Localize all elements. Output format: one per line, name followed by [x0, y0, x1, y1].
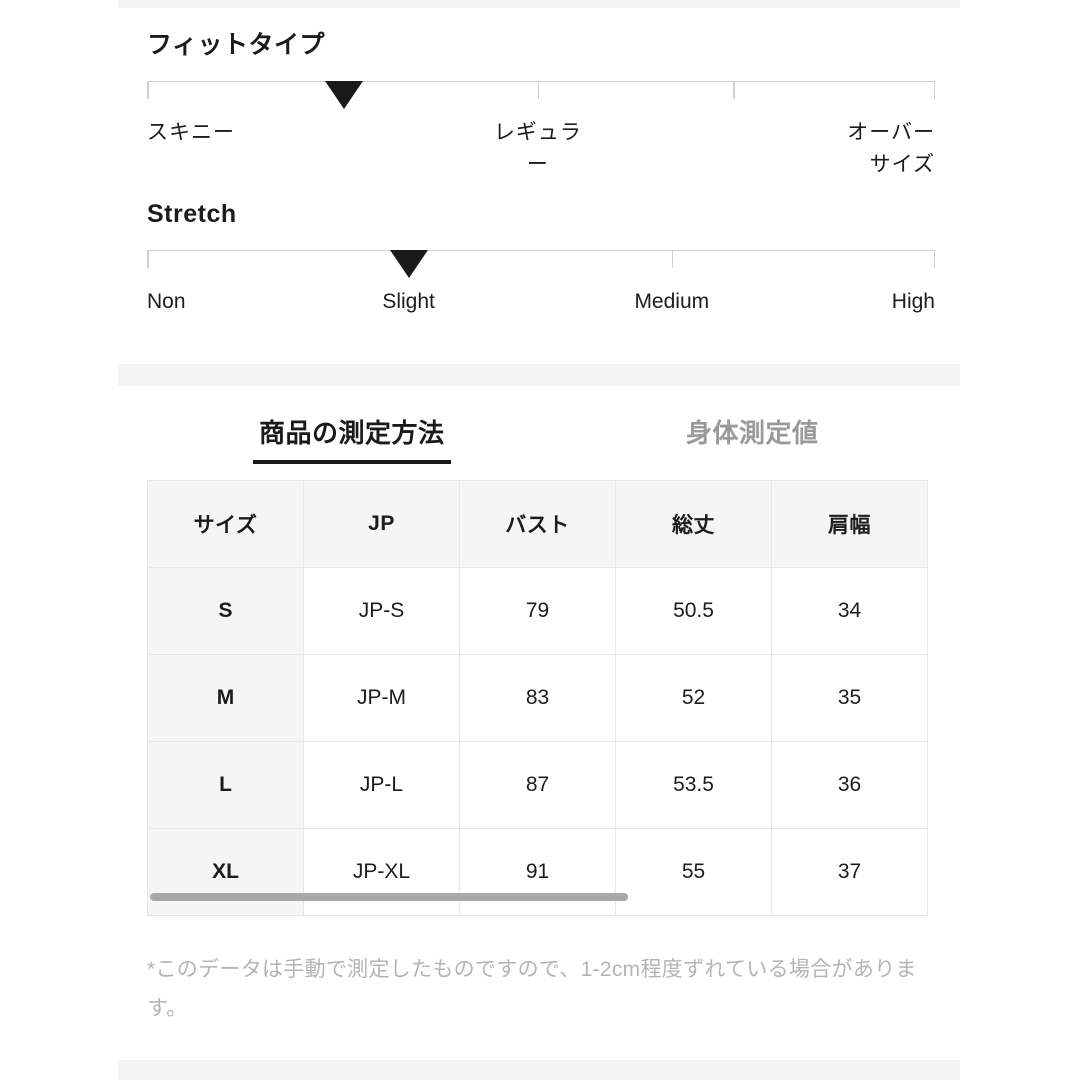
stretch-label-high: High [891, 289, 935, 313]
stretch-scale-track[interactable] [147, 249, 935, 278]
col-header-jp: JP [303, 480, 460, 568]
size-table-wrapper[interactable]: サイズ JP バスト 総丈 肩幅 S JP-S 79 50.5 34 M JP- [147, 480, 928, 916]
cell-size: L [147, 741, 304, 829]
fit-type-scale-labels: スキニー レギュラー オーバーサイズ [147, 117, 935, 187]
table-row: L JP-L 87 53.5 36 [147, 741, 928, 829]
size-table-header-row: サイズ JP バスト 総丈 肩幅 [147, 480, 928, 568]
cell-bust: 79 [459, 567, 616, 655]
size-table-head: サイズ JP バスト 総丈 肩幅 [147, 480, 928, 568]
cell-length: 55 [615, 828, 772, 916]
stretch-label-non: Non [147, 289, 186, 313]
size-guide-page: フィットタイプ スキニー レギュラー オーバーサイズ Stretch Non S… [0, 0, 1080, 1080]
stretch-label-medium: Medium [634, 289, 710, 313]
tab-body-measurement[interactable]: 身体測定値 [680, 412, 825, 464]
fit-type-tick-0 [147, 80, 149, 99]
measurement-disclaimer: *このデータは手動で測定したものですので、1-2cm程度ずれている場合があります… [147, 958, 917, 1020]
cell-size: S [147, 567, 304, 655]
size-table-body: S JP-S 79 50.5 34 M JP-M 83 52 35 L JP-L… [147, 567, 928, 916]
bottom-divider-band [118, 1060, 960, 1080]
cell-length: 50.5 [615, 567, 772, 655]
stretch-rail [147, 249, 935, 251]
table-scrollbar-thumb[interactable] [150, 893, 628, 901]
cell-jp: JP-M [303, 654, 460, 742]
fit-type-scale-track[interactable] [147, 80, 935, 109]
fit-type-tick-3 [933, 80, 935, 99]
col-header-shoulder: 肩幅 [771, 480, 928, 568]
cell-length: 52 [615, 654, 772, 742]
fit-type-tick-1 [537, 80, 540, 99]
table-horizontal-scrollbar[interactable] [150, 893, 928, 901]
table-row: M JP-M 83 52 35 [147, 654, 928, 742]
cell-jp: JP-L [303, 741, 460, 829]
section-divider-band [118, 364, 960, 386]
cell-shoulder: 36 [771, 741, 928, 829]
stretch-section: Stretch Non Slight Medium High [147, 200, 935, 320]
fit-type-section: フィットタイプ スキニー レギュラー オーバーサイズ [147, 31, 935, 187]
fit-type-tick-2 [733, 80, 735, 99]
stretch-tick-0 [147, 249, 149, 268]
cell-shoulder: 37 [771, 828, 928, 916]
cell-size: XL [147, 828, 304, 916]
cell-jp: JP-S [303, 567, 460, 655]
col-header-length: 総丈 [615, 480, 772, 568]
top-divider-band [118, 0, 960, 8]
stretch-label-slight: Slight [382, 289, 435, 313]
cell-bust: 91 [459, 828, 616, 916]
stretch-marker-triangle-icon [389, 249, 428, 278]
fit-type-rail [147, 80, 935, 82]
stretch-title: Stretch [147, 200, 237, 228]
measurement-tabs: 商品の測定方法 身体測定値 [147, 412, 935, 464]
stretch-tick-3 [933, 249, 935, 268]
table-row: S JP-S 79 50.5 34 [147, 567, 928, 655]
tab-product-measurement[interactable]: 商品の測定方法 [253, 412, 451, 464]
cell-jp: JP-XL [303, 828, 460, 916]
cell-size: M [147, 654, 304, 742]
table-row: XL JP-XL 91 55 37 [147, 828, 928, 916]
cell-bust: 87 [459, 741, 616, 829]
fit-type-marker-triangle-icon [325, 80, 363, 109]
stretch-tick-2 [671, 249, 674, 268]
size-table: サイズ JP バスト 総丈 肩幅 S JP-S 79 50.5 34 M JP- [147, 480, 928, 916]
cell-length: 53.5 [615, 741, 772, 829]
cell-shoulder: 34 [771, 567, 928, 655]
fit-type-label-skinny: スキニー [147, 120, 235, 144]
stretch-scale-labels: Non Slight Medium High [147, 286, 935, 320]
fit-type-label-regular: レギュラー [493, 120, 582, 177]
fit-type-title: フィットタイプ [147, 31, 326, 59]
col-header-size: サイズ [147, 480, 304, 568]
cell-shoulder: 35 [771, 654, 928, 742]
fit-type-label-oversize: オーバーサイズ [847, 120, 935, 177]
col-header-bust: バスト [459, 480, 616, 568]
cell-bust: 83 [459, 654, 616, 742]
